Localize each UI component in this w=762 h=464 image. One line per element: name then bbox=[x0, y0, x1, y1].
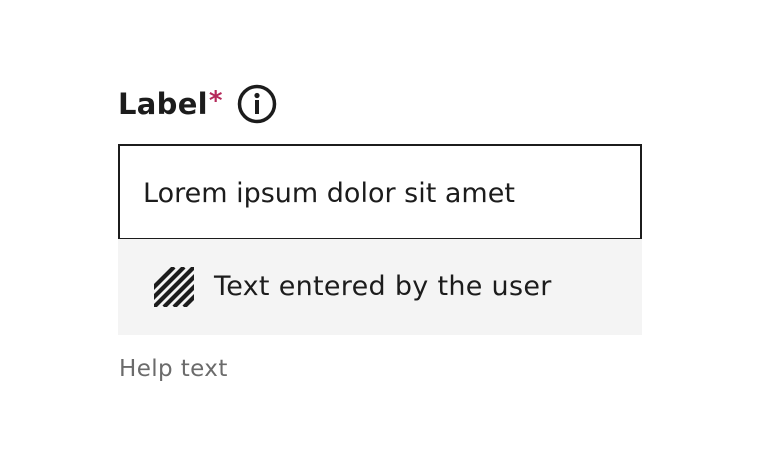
info-icon[interactable] bbox=[237, 84, 277, 124]
field-label-row: Label * bbox=[118, 84, 642, 124]
required-marker: * bbox=[208, 86, 223, 116]
hatch-pattern-icon bbox=[154, 267, 194, 307]
text-input[interactable]: Lorem ipsum dolor sit amet bbox=[118, 144, 642, 240]
text-field: Label * Lorem ipsum dolor sit amet Text … bbox=[118, 84, 642, 382]
field-label: Label bbox=[118, 87, 208, 121]
annotation-callout: Text entered by the user bbox=[118, 239, 642, 335]
help-text: Help text bbox=[119, 356, 228, 382]
input-value: Lorem ipsum dolor sit amet bbox=[143, 178, 515, 209]
annotation-text: Text entered by the user bbox=[214, 271, 552, 302]
